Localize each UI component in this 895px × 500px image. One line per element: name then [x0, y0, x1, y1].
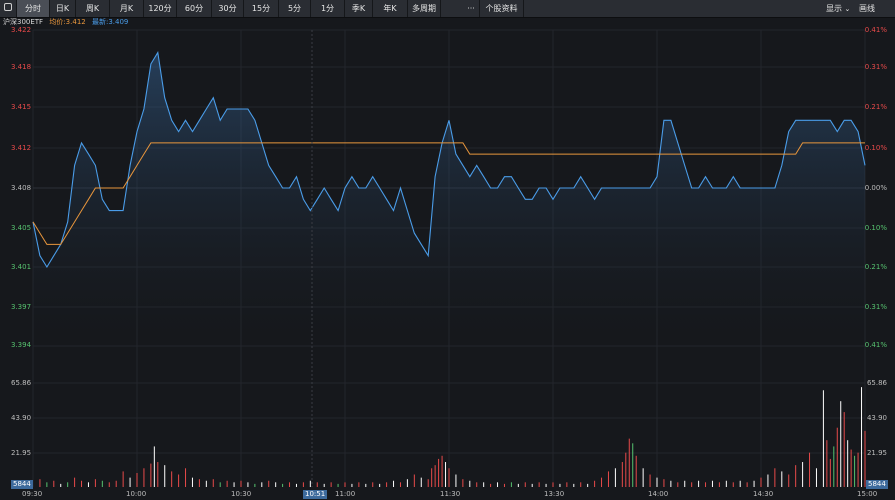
price-label-left: 3.394	[11, 341, 32, 349]
pct-label-right: 0.21%	[864, 103, 887, 111]
time-label: 14:00	[648, 490, 669, 498]
price-label-left: 3.401	[11, 263, 32, 271]
pct-label-right: 0.10%	[864, 224, 887, 232]
time-label: 14:30	[753, 490, 774, 498]
volume-left-box: 5844	[11, 480, 33, 489]
intraday-chart[interactable]	[0, 0, 895, 500]
pct-label-right: 0.00%	[864, 184, 887, 192]
time-label: 15:00	[857, 490, 878, 498]
price-label-left: 3.405	[11, 224, 32, 232]
time-label: 11:30	[440, 490, 461, 498]
time-label: 10:00	[126, 490, 147, 498]
price-label-left: 3.397	[11, 303, 32, 311]
price-label-left: 3.418	[11, 63, 32, 71]
volume-label-right: 65.86	[866, 379, 887, 387]
price-label-left: 3.412	[11, 144, 32, 152]
pct-label-right: 0.41%	[864, 341, 887, 349]
time-label: 09:30	[22, 490, 43, 498]
volume-right-box: 5844	[866, 480, 888, 489]
volume-label-left: 65.86	[11, 379, 32, 387]
volume-label-right: 43.90	[866, 414, 887, 422]
volume-label-left: 21.95	[11, 449, 32, 457]
volume-label-left: 43.90	[11, 414, 32, 422]
time-label: 13:30	[544, 490, 565, 498]
volume-label-right: 21.95	[866, 449, 887, 457]
price-label-left: 3.415	[11, 103, 32, 111]
cursor-time-box: 10:51	[303, 490, 328, 499]
price-label-left: 3.422	[11, 26, 32, 34]
pct-label-right: 0.41%	[864, 26, 887, 34]
price-label-left: 3.408	[11, 184, 32, 192]
pct-label-right: 0.31%	[864, 63, 887, 71]
time-label: 10:30	[231, 490, 252, 498]
time-label: 11:00	[335, 490, 356, 498]
pct-label-right: 0.21%	[864, 263, 887, 271]
pct-label-right: 0.10%	[864, 144, 887, 152]
pct-label-right: 0.31%	[864, 303, 887, 311]
